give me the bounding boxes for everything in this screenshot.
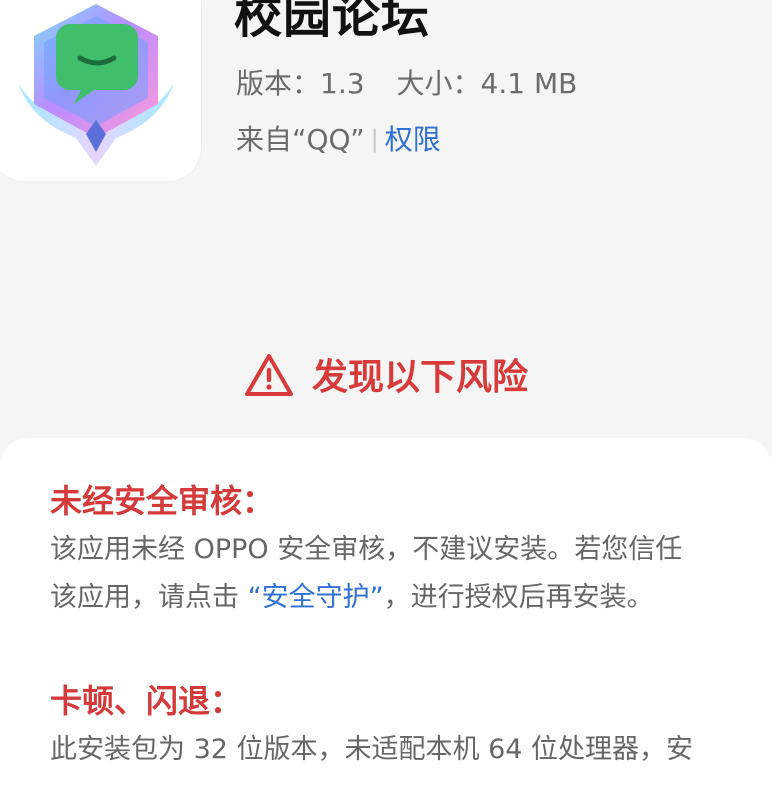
app-size: 大小：4.1 MB	[396, 67, 578, 100]
risk-desc-line: 此安装包为 32 位版本，未适配本机 64 位处理器，安	[50, 734, 694, 765]
risk-title-unreviewed: 未经安全审核：	[50, 482, 275, 520]
app-version: 版本：1.3	[236, 67, 365, 100]
risk-desc-text: ，进行授权后再安装。	[383, 582, 654, 613]
risk-desc-text: 该应用，请点击	[50, 582, 248, 613]
risk-heading-text: 发现以下风险	[311, 357, 528, 398]
risk-desc-line: 该应用，请点击 “安全守护”，进行授权后再安装。	[50, 574, 772, 622]
chat-shield-icon	[18, 4, 174, 166]
permissions-link[interactable]: 权限	[385, 123, 441, 156]
risk-title-lag-crash: 卡顿、闪退：	[50, 682, 243, 720]
app-info-header: 校园论坛 版本：1.3 大小：4.1 MB 来自“QQ” | 权限	[0, 0, 772, 330]
app-icon	[0, 0, 202, 182]
app-source-line: 来自“QQ” | 权限	[236, 118, 441, 158]
risk-desc-lag-crash: 此安装包为 32 位版本，未适配本机 64 位处理器，安	[50, 726, 772, 774]
warning-triangle-icon	[244, 353, 294, 406]
separator: |	[370, 125, 379, 153]
app-meta: 版本：1.3 大小：4.1 MB	[236, 62, 577, 102]
risk-heading: 发现以下风险	[0, 348, 772, 406]
risk-desc-unreviewed: 该应用未经 OPPO 安全审核，不建议安装。若您信任 该应用，请点击 “安全守护…	[50, 526, 772, 622]
risk-details-sheet: 未经安全审核： 该应用未经 OPPO 安全审核，不建议安装。若您信任 该应用，请…	[0, 438, 772, 798]
app-source: 来自“QQ”	[236, 123, 365, 156]
app-name: 校园论坛	[234, 0, 431, 44]
security-guard-link[interactable]: “安全守护”	[248, 582, 384, 613]
risk-desc-line: 该应用未经 OPPO 安全审核，不建议安装。若您信任	[50, 534, 683, 565]
